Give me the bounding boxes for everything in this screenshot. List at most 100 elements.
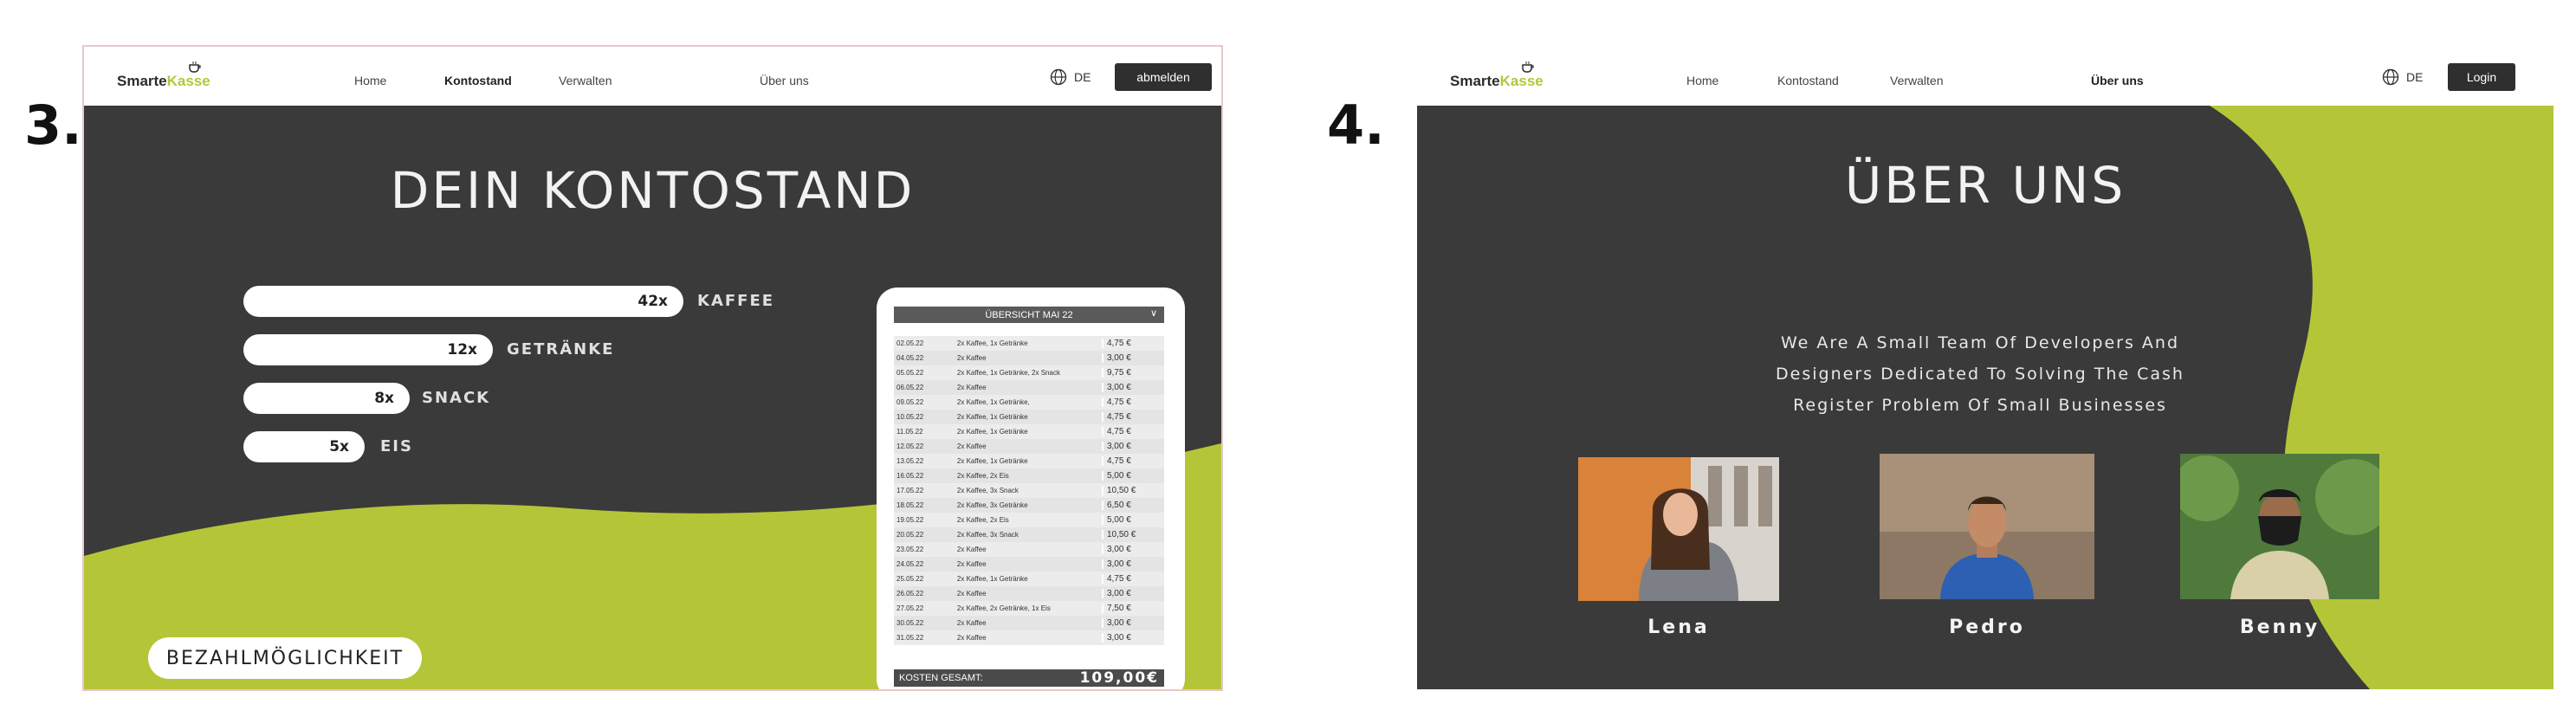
team-photo-benny	[2180, 454, 2379, 599]
kontostand-hero: DEIN KONTOSTAND 42x KAFFEE 12x GETRÄNKE …	[84, 106, 1221, 689]
row-items: 2x Kaffee, 3x Snack	[956, 531, 1019, 539]
nav-ueber-uns[interactable]: Über uns	[2091, 74, 2144, 87]
table-row: 04.05.22 2x Kaffee 3,00 €	[894, 351, 1164, 365]
row-price: 10,50 €	[1101, 530, 1164, 539]
table-row: 13.05.22 2x Kaffee, 1x Getränke 4,75 €	[894, 454, 1164, 468]
table-row: 05.05.22 2x Kaffee, 1x Getränke, 2x Snack…	[894, 365, 1164, 380]
chevron-down-icon: ∨	[1149, 308, 1157, 319]
row-price: 4,75 €	[1101, 574, 1164, 584]
language-selector[interactable]: DE	[1050, 68, 1091, 86]
page-title: ÜBER UNS	[1844, 156, 2126, 215]
page-title: DEIN KONTOSTAND	[390, 161, 916, 220]
globe-icon	[2382, 68, 2399, 86]
language-label: DE	[2406, 70, 2424, 84]
row-price: 4,75 €	[1101, 427, 1164, 436]
row-items: 2x Kaffee, 3x Snack	[956, 487, 1019, 494]
row-items: 2x Kaffee, 1x Getränke	[956, 413, 1028, 421]
table-row: 23.05.22 2x Kaffee 3,00 €	[894, 542, 1164, 557]
row-items: 2x Kaffee, 1x Getränke	[956, 457, 1028, 465]
logo-accent: Kasse	[166, 73, 210, 89]
row-items: 2x Kaffee, 1x Getränke,	[956, 398, 1030, 406]
table-row: 19.05.22 2x Kaffee, 2x Eis 5,00 €	[894, 513, 1164, 527]
row-items: 2x Kaffee, 1x Getränke	[956, 575, 1028, 583]
row-date: 04.05.22	[896, 354, 924, 362]
row-date: 11.05.22	[896, 428, 923, 436]
row-items: 2x Kaffee, 3x Getränke	[956, 501, 1028, 509]
team-name-lena: Lena	[1647, 617, 1710, 638]
table-row: 27.05.22 2x Kaffee, 2x Getränke, 1x Eis 7,…	[894, 601, 1164, 616]
row-price: 3,00 €	[1101, 442, 1164, 451]
table-row: 06.05.22 2x Kaffee 3,00 €	[894, 380, 1164, 395]
counter-count: 42x	[638, 293, 668, 310]
table-row: 18.05.22 2x Kaffee, 3x Getränke 6,50 €	[894, 498, 1164, 513]
table-row: 30.05.22 2x Kaffee 3,00 €	[894, 616, 1164, 630]
row-date: 05.05.22	[896, 369, 924, 377]
row-price: 3,00 €	[1101, 559, 1164, 569]
table-row: 31.05.22 2x Kaffee 3,00 €	[894, 630, 1164, 645]
row-items: 2x Kaffee, 2x Eis	[956, 472, 1009, 480]
row-items: 2x Kaffee, 1x Getränke	[956, 428, 1028, 436]
language-selector[interactable]: DE	[2382, 68, 2423, 86]
row-date: 31.05.22	[896, 634, 924, 642]
counter-count: 5x	[329, 438, 349, 455]
row-items: 2x Kaffee	[956, 560, 987, 568]
row-price: 4,75 €	[1101, 397, 1164, 407]
screen-kontostand: SmarteKasse Home Kontostand Verwalten Üb…	[84, 47, 1221, 689]
portrait-photo	[2180, 454, 2379, 599]
team-photo-lena	[1578, 457, 1779, 601]
row-date: 10.05.22	[896, 413, 924, 421]
table-row: 10.05.22 2x Kaffee, 1x Getränke 4,75 €	[894, 410, 1164, 424]
row-price: 6,50 €	[1101, 501, 1164, 510]
nav-kontostand[interactable]: Kontostand	[1777, 74, 1839, 87]
top-navigation: SmarteKasse Home Kontostand Verwalten Üb…	[1417, 47, 2553, 106]
top-navigation: SmarteKasse Home Kontostand Verwalten Üb…	[84, 47, 1221, 106]
row-date: 16.05.22	[896, 472, 924, 480]
row-price: 5,00 €	[1101, 471, 1164, 481]
nav-verwalten[interactable]: Verwalten	[559, 74, 612, 87]
table-row: 17.05.22 2x Kaffee, 3x Snack 10,50 €	[894, 483, 1164, 498]
logout-button[interactable]: abmelden	[1115, 63, 1212, 91]
nav-verwalten[interactable]: Verwalten	[1890, 74, 1943, 87]
logo-main: Smarte	[1450, 73, 1500, 89]
row-items: 2x Kaffee, 2x Getränke, 1x Eis	[956, 604, 1051, 612]
payment-options-button[interactable]: BEZAHLMÖGLICHKEIT	[148, 637, 422, 679]
row-items: 2x Kaffee	[956, 590, 987, 598]
total-value: 109,00€	[1079, 669, 1159, 687]
about-line-2: Designers Dedicated To Solving The Cash	[1776, 365, 2184, 384]
row-date: 24.05.22	[896, 560, 924, 568]
row-date: 27.05.22	[896, 604, 924, 612]
table-row: 20.05.22 2x Kaffee, 3x Snack 10,50 €	[894, 527, 1164, 542]
row-date: 19.05.22	[896, 516, 924, 524]
counter-kaffee: 42x	[243, 286, 683, 317]
row-price: 9,75 €	[1101, 368, 1164, 378]
nav-home[interactable]: Home	[1686, 74, 1718, 87]
month-select[interactable]: ÜBERSICHT MAI 22 ∨	[894, 307, 1164, 323]
transactions-table: 02.05.22 2x Kaffee, 1x Getränke 4,75 € 04.0…	[894, 336, 1164, 645]
row-items: 2x Kaffee, 1x Getränke, 2x Snack	[956, 369, 1060, 377]
row-date: 20.05.22	[896, 531, 924, 539]
login-button[interactable]: Login	[2448, 63, 2515, 91]
cup-icon	[1522, 61, 1534, 73]
counter-label-kaffee: KAFFEE	[697, 292, 775, 310]
row-date: 13.05.22	[896, 457, 924, 465]
counter-snack: 8x	[243, 383, 410, 414]
row-price: 7,50 €	[1101, 604, 1164, 613]
total-label: KOSTEN GESAMT:	[899, 673, 983, 683]
table-row: 12.05.22 2x Kaffee 3,00 €	[894, 439, 1164, 454]
counter-getraenke: 12x	[243, 334, 493, 365]
logo[interactable]: SmarteKasse	[1450, 61, 1544, 90]
row-price: 10,50 €	[1101, 486, 1164, 495]
logo[interactable]: SmarteKasse	[117, 61, 210, 90]
row-price: 3,00 €	[1101, 589, 1164, 598]
nav-kontostand[interactable]: Kontostand	[444, 74, 512, 87]
table-row: 09.05.22 2x Kaffee, 1x Getränke, 4,75 €	[894, 395, 1164, 410]
row-date: 02.05.22	[896, 339, 924, 347]
row-price: 3,00 €	[1101, 618, 1164, 628]
team-photo-pedro	[1880, 454, 2094, 599]
nav-home[interactable]: Home	[354, 74, 386, 87]
cup-icon	[189, 61, 201, 73]
row-items: 2x Kaffee	[956, 634, 987, 642]
about-hero: ÜBER UNS We Are A Small Team Of Develope…	[1417, 106, 2553, 689]
nav-ueber-uns[interactable]: Über uns	[760, 74, 809, 87]
logo-main: Smarte	[117, 73, 167, 89]
